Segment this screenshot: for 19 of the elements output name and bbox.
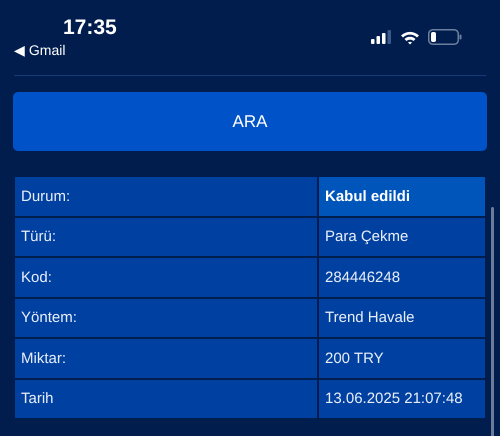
value-cell: Kabul edildi [319, 177, 485, 216]
search-button[interactable]: ARA [13, 92, 487, 151]
label-cell: Tarih [15, 380, 317, 418]
value-cell: Para Çekme [319, 218, 485, 256]
battery-icon [428, 29, 462, 45]
signal-icon [371, 30, 392, 44]
label-cell: Miktar: [15, 339, 317, 378]
label-cell: Kod: [15, 258, 317, 296]
value-cell: 200 TRY [319, 339, 485, 378]
value-cell: 13.06.2025 21:07:48 [319, 380, 485, 418]
scrollbar[interactable] [491, 207, 494, 436]
back-to-app-link[interactable]: ◀ Gmail [14, 42, 66, 58]
label-cell: Yöntem: [15, 298, 317, 337]
clock-time: 17:35 [63, 16, 117, 40]
wifi-icon [400, 30, 420, 44]
label-cell: Türü: [15, 218, 317, 256]
label-cell: Durum: [15, 177, 317, 216]
value-cell: Trend Havale [319, 298, 485, 337]
value-cell: 284446248 [319, 258, 485, 296]
